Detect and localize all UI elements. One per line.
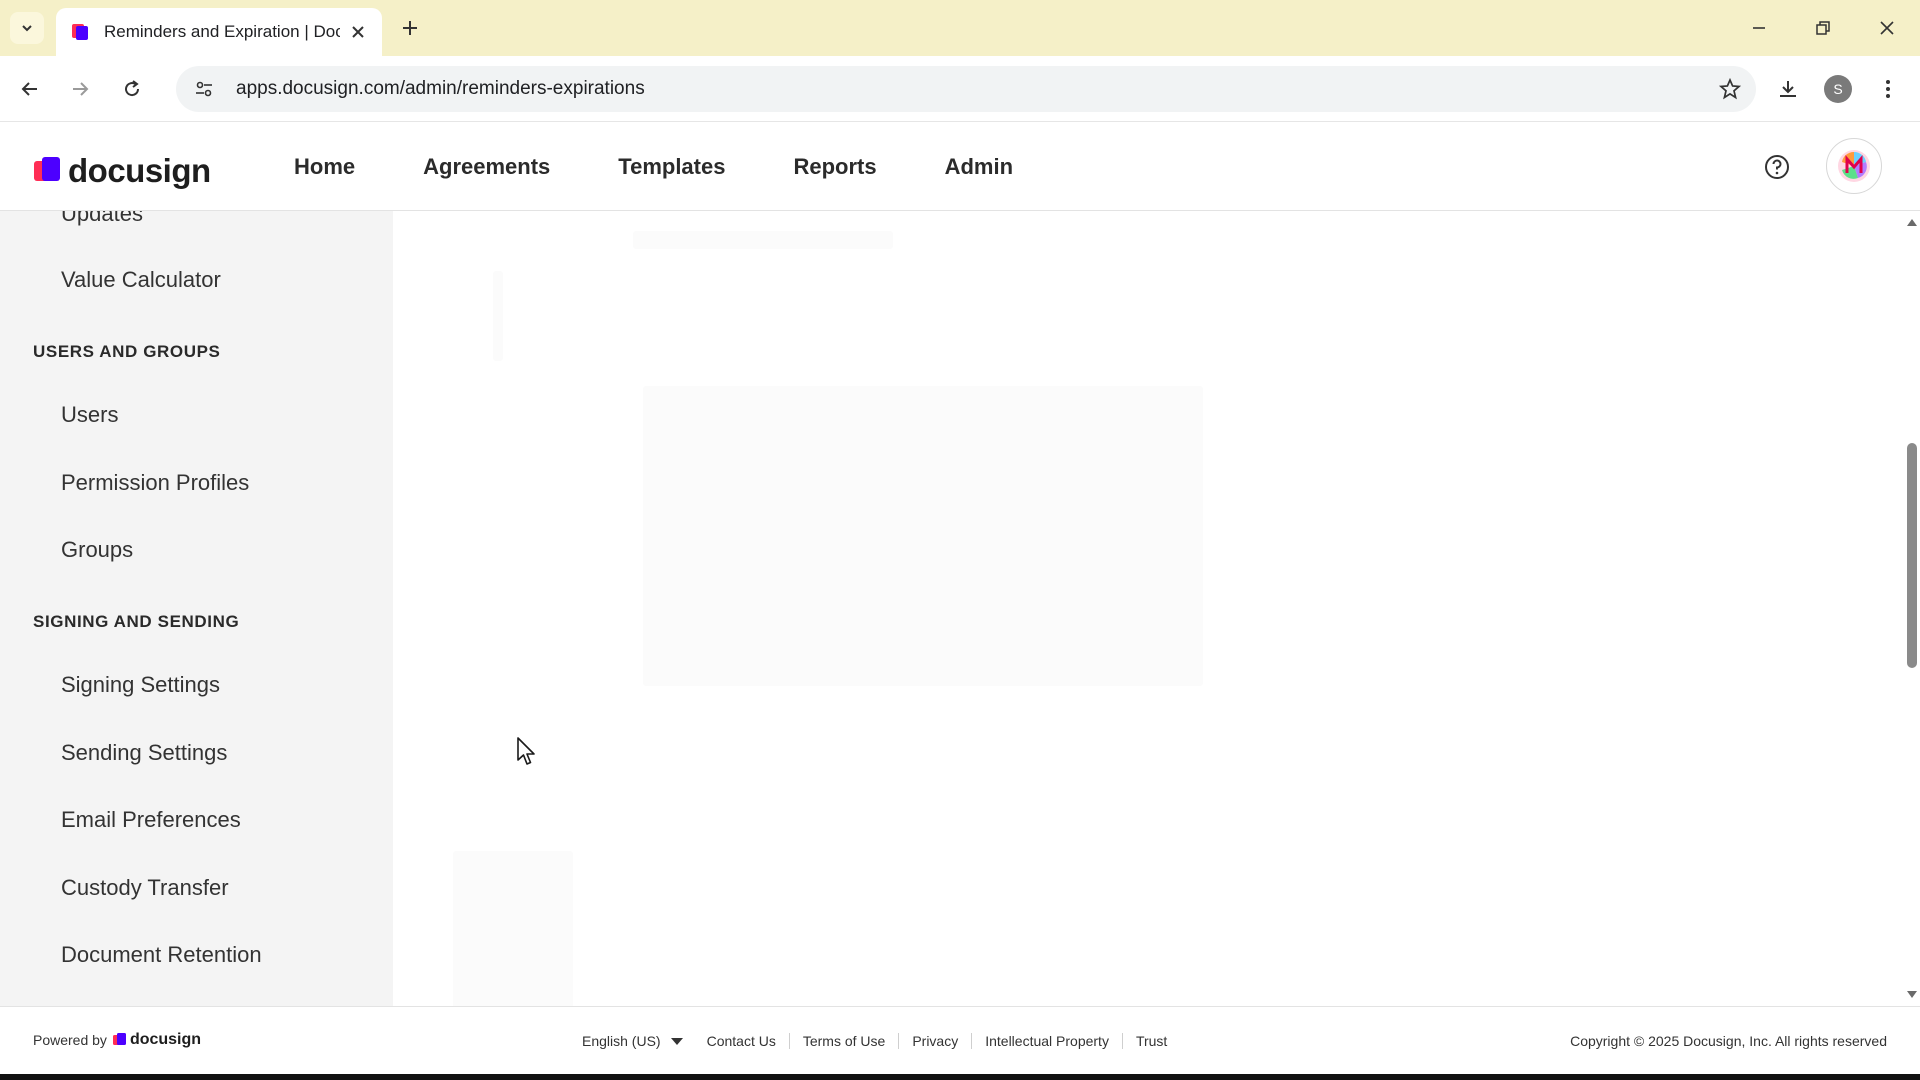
new-tab-button[interactable] bbox=[396, 14, 424, 42]
language-selector[interactable]: English (US) bbox=[582, 1033, 683, 1049]
footer-link-intellectual-property[interactable]: Intellectual Property bbox=[971, 1033, 1122, 1049]
back-button[interactable] bbox=[14, 73, 46, 105]
scrollbar-thumb[interactable] bbox=[1907, 443, 1917, 668]
mouse-cursor-icon bbox=[517, 737, 535, 765]
minimize-window-button[interactable] bbox=[1744, 14, 1774, 42]
nav-admin[interactable]: Admin bbox=[945, 154, 1013, 180]
app-header: docusign Home Agreements Templates Repor… bbox=[0, 122, 1920, 211]
sidebar-section-signing-and-sending: SIGNING AND SENDING bbox=[33, 612, 240, 631]
loading-placeholder bbox=[643, 386, 1203, 686]
restore-icon bbox=[1816, 21, 1830, 35]
docusign-logo-icon bbox=[34, 157, 60, 181]
logo-text: docusign bbox=[68, 152, 211, 189]
close-icon bbox=[352, 26, 364, 38]
footer-docusign-logo: docusign bbox=[112, 1031, 202, 1049]
footer-link-privacy[interactable]: Privacy bbox=[898, 1033, 971, 1049]
main-nav: Home Agreements Templates Reports Admin bbox=[294, 154, 1081, 180]
profile-avatar: S bbox=[1824, 75, 1852, 103]
more-vertical-icon bbox=[1886, 80, 1890, 98]
tab-close-button[interactable] bbox=[348, 22, 368, 42]
chevron-down-icon bbox=[22, 25, 32, 32]
reload-button[interactable] bbox=[116, 73, 148, 105]
nav-templates[interactable]: Templates bbox=[618, 154, 725, 180]
page-scrollbar[interactable] bbox=[1904, 211, 1920, 1006]
forward-button[interactable] bbox=[64, 73, 96, 105]
browser-tab-active[interactable]: Reminders and Expiration | Doc bbox=[56, 8, 382, 56]
arrow-left-icon bbox=[21, 82, 37, 96]
tab-title: Reminders and Expiration | Doc bbox=[104, 22, 340, 41]
sidebar-section-users-and-groups: USERS AND GROUPS bbox=[33, 342, 221, 361]
loading-placeholder bbox=[633, 231, 893, 249]
browser-tab-bar: Reminders and Expiration | Doc bbox=[0, 0, 1920, 56]
screen-bottom-edge bbox=[0, 1074, 1920, 1080]
footer-link-terms-of-use[interactable]: Terms of Use bbox=[788, 1033, 898, 1049]
sidebar-item-groups[interactable]: Groups bbox=[61, 537, 133, 563]
sidebar-item-document-retention[interactable]: Document Retention bbox=[61, 942, 262, 968]
close-icon bbox=[1880, 21, 1894, 35]
site-info-button[interactable] bbox=[182, 67, 226, 111]
address-bar[interactable]: apps.docusign.com/admin/reminders-expira… bbox=[176, 66, 1756, 112]
user-avatar-button[interactable] bbox=[1826, 138, 1882, 194]
profile-button[interactable]: S bbox=[1822, 73, 1854, 105]
url-text: apps.docusign.com/admin/reminders-expira… bbox=[236, 78, 645, 99]
sidebar-item-permission-profiles[interactable]: Permission Profiles bbox=[61, 470, 249, 496]
footer-links: English (US) Contact Us Terms of Use Pri… bbox=[582, 1033, 1180, 1049]
page-footer: Powered by docusign English (US) Contact… bbox=[0, 1006, 1920, 1074]
reload-icon bbox=[125, 80, 140, 97]
tab-search-button[interactable] bbox=[10, 12, 44, 44]
arrow-right-icon bbox=[73, 82, 89, 96]
tune-icon bbox=[196, 81, 212, 97]
docusign-logo[interactable]: docusign bbox=[34, 152, 211, 190]
scroll-down-arrow-icon[interactable] bbox=[1907, 991, 1917, 998]
scroll-up-arrow-icon[interactable] bbox=[1907, 219, 1917, 226]
powered-by-label: Powered by bbox=[33, 1032, 107, 1048]
restore-window-button[interactable] bbox=[1808, 14, 1838, 42]
nav-home[interactable]: Home bbox=[294, 154, 355, 180]
footer-link-trust[interactable]: Trust bbox=[1121, 1033, 1180, 1049]
plus-icon bbox=[403, 21, 417, 35]
bookmark-star-icon[interactable] bbox=[1718, 77, 1742, 101]
help-button[interactable] bbox=[1762, 152, 1792, 182]
language-label: English (US) bbox=[582, 1033, 661, 1049]
sidebar-item-updates[interactable]: Updates bbox=[61, 211, 143, 227]
nav-agreements[interactable]: Agreements bbox=[423, 154, 550, 180]
sidebar-item-email-preferences[interactable]: Email Preferences bbox=[61, 807, 241, 833]
copyright-text: Copyright © 2025 Docusign, Inc. All righ… bbox=[1570, 1033, 1887, 1049]
admin-sidebar: Updates Value Calculator USERS AND GROUP… bbox=[0, 211, 393, 1006]
download-icon bbox=[1780, 81, 1796, 97]
browser-toolbar: apps.docusign.com/admin/reminders-expira… bbox=[0, 56, 1920, 122]
browser-menu-button[interactable] bbox=[1872, 73, 1904, 105]
user-avatar-icon bbox=[1838, 150, 1870, 182]
sidebar-item-custody-transfer[interactable]: Custody Transfer bbox=[61, 875, 229, 901]
footer-logo-text: docusign bbox=[129, 1031, 202, 1048]
loading-placeholder bbox=[493, 271, 503, 361]
minimize-icon bbox=[1753, 27, 1765, 29]
help-icon bbox=[1765, 155, 1789, 179]
footer-link-contact-us[interactable]: Contact Us bbox=[707, 1033, 789, 1049]
downloads-button[interactable] bbox=[1772, 73, 1804, 105]
docusign-favicon-icon bbox=[72, 24, 88, 40]
close-window-button[interactable] bbox=[1872, 14, 1902, 42]
main-content-area bbox=[393, 211, 1905, 1080]
sidebar-item-value-calculator[interactable]: Value Calculator bbox=[61, 267, 221, 293]
sidebar-item-users[interactable]: Users bbox=[61, 402, 118, 428]
sidebar-item-signing-settings[interactable]: Signing Settings bbox=[61, 672, 220, 698]
docusign-logo-icon bbox=[112, 1033, 126, 1045]
nav-reports[interactable]: Reports bbox=[793, 154, 876, 180]
sidebar-item-sending-settings[interactable]: Sending Settings bbox=[61, 740, 227, 766]
caret-down-icon bbox=[670, 1037, 683, 1045]
powered-by: Powered by docusign bbox=[33, 1031, 201, 1049]
